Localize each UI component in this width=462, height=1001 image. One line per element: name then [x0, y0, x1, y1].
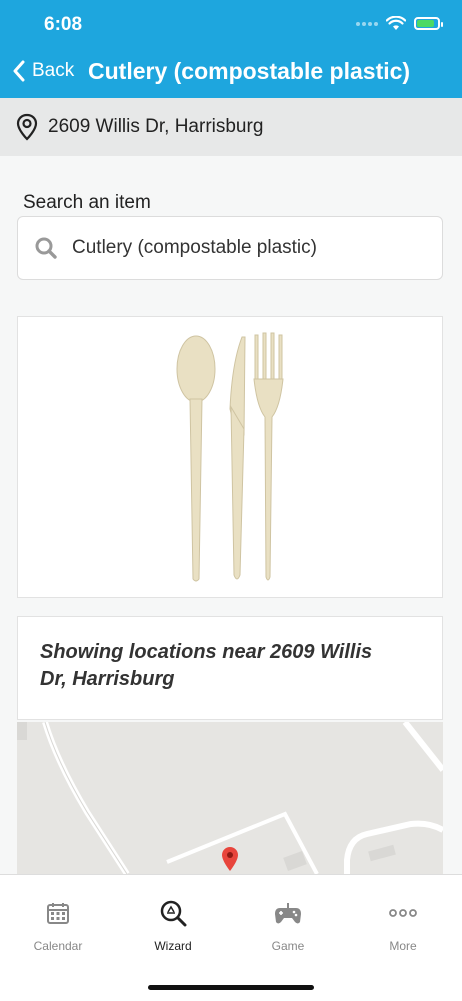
tab-label: Wizard — [154, 939, 192, 953]
location-pin-icon — [16, 113, 38, 141]
cutlery-image — [176, 332, 284, 582]
tab-wizard[interactable]: Wizard — [123, 893, 223, 953]
search-label: Search an item — [23, 192, 151, 213]
search-input[interactable] — [70, 236, 404, 260]
more-icon — [389, 909, 417, 917]
map-marker-icon[interactable] — [221, 846, 239, 872]
search-box[interactable] — [17, 216, 443, 280]
back-button[interactable]: Back — [12, 60, 74, 82]
map-view[interactable] — [17, 722, 443, 874]
search-icon — [35, 237, 57, 259]
status-time: 6:08 — [44, 14, 83, 35]
locations-card: Showing locations near 2609 Willis Dr, H… — [17, 616, 443, 720]
location-address: 2609 Willis Dr, Harrisburg — [48, 116, 264, 137]
calendar-icon — [47, 903, 69, 924]
tab-game[interactable]: Game — [238, 893, 338, 953]
app-header: 6:08 Back Cutlery (compostable plastic) — [0, 0, 462, 98]
location-bar[interactable]: 2609 Willis Dr, Harrisburg — [0, 98, 462, 156]
gamepad-icon — [275, 903, 301, 924]
home-indicator — [148, 985, 314, 990]
wizard-search-icon — [160, 900, 187, 927]
tab-calendar[interactable]: Calendar — [8, 893, 108, 953]
tab-label: Game — [271, 939, 305, 953]
status-icons — [356, 16, 443, 31]
chevron-left-icon — [13, 60, 25, 82]
battery-icon — [414, 17, 443, 30]
locations-heading: Showing locations near 2609 Willis Dr, H… — [40, 641, 373, 690]
tab-bar: Calendar Wizard Game More — [0, 874, 462, 1001]
signal-icon — [356, 21, 378, 26]
page-title: Cutlery (compostable plastic) — [88, 58, 411, 84]
item-image-card — [17, 316, 443, 598]
back-label: Back — [32, 60, 75, 81]
tab-more[interactable]: More — [353, 893, 453, 953]
tab-label: Calendar — [33, 939, 83, 953]
wifi-icon — [386, 16, 406, 30]
tab-label: More — [389, 939, 417, 953]
